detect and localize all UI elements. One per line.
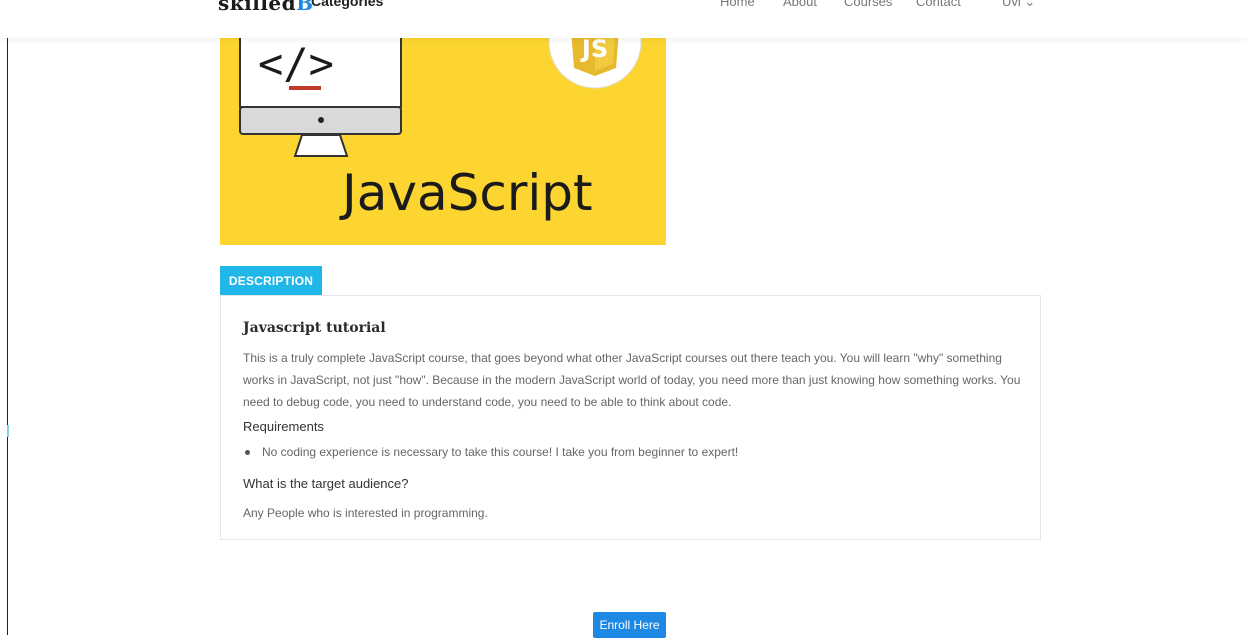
code-symbol: </> [258,39,334,88]
scroll-indicator [7,425,9,437]
tab-description[interactable]: DESCRIPTION [220,266,322,296]
description-panel: Javascript tutorial This is a truly comp… [220,295,1041,540]
nav-link-home[interactable]: Home [720,0,755,9]
requirements-list: No coding experience is necessary to tak… [243,445,738,459]
user-name: Uvi [1002,0,1021,9]
requirements-heading: Requirements [243,419,324,434]
left-border-line [7,0,8,635]
requirement-item: No coding experience is necessary to tak… [243,445,738,459]
user-menu[interactable]: Uvi ⌄ [1002,0,1035,10]
chevron-down-icon: ⌄ [1024,0,1036,9]
course-description: This is a truly complete JavaScript cour… [243,351,1021,409]
brand-text: skilled [218,0,297,15]
monitor-stand [293,134,349,157]
nav-link-courses[interactable]: Courses [844,0,892,9]
course-title: Javascript tutorial [243,320,386,336]
banner-title: JavaScript [339,164,593,222]
nav-link-contact[interactable]: Contact [916,0,961,9]
site-logo[interactable]: skilledB [218,0,314,15]
audience-heading: What is the target audience? [243,476,409,491]
categories-menu[interactable]: Categories [311,0,383,9]
top-navbar: skilledB Categories Home About Courses C… [0,0,1248,38]
audience-text: Any People who is interested in programm… [243,506,488,520]
cursor-underscore [289,86,321,90]
nav-link-about[interactable]: About [783,0,817,9]
monitor-power-dot [318,117,324,123]
js-badge-label: JS [580,35,608,63]
enroll-button[interactable]: Enroll Here [593,612,666,638]
